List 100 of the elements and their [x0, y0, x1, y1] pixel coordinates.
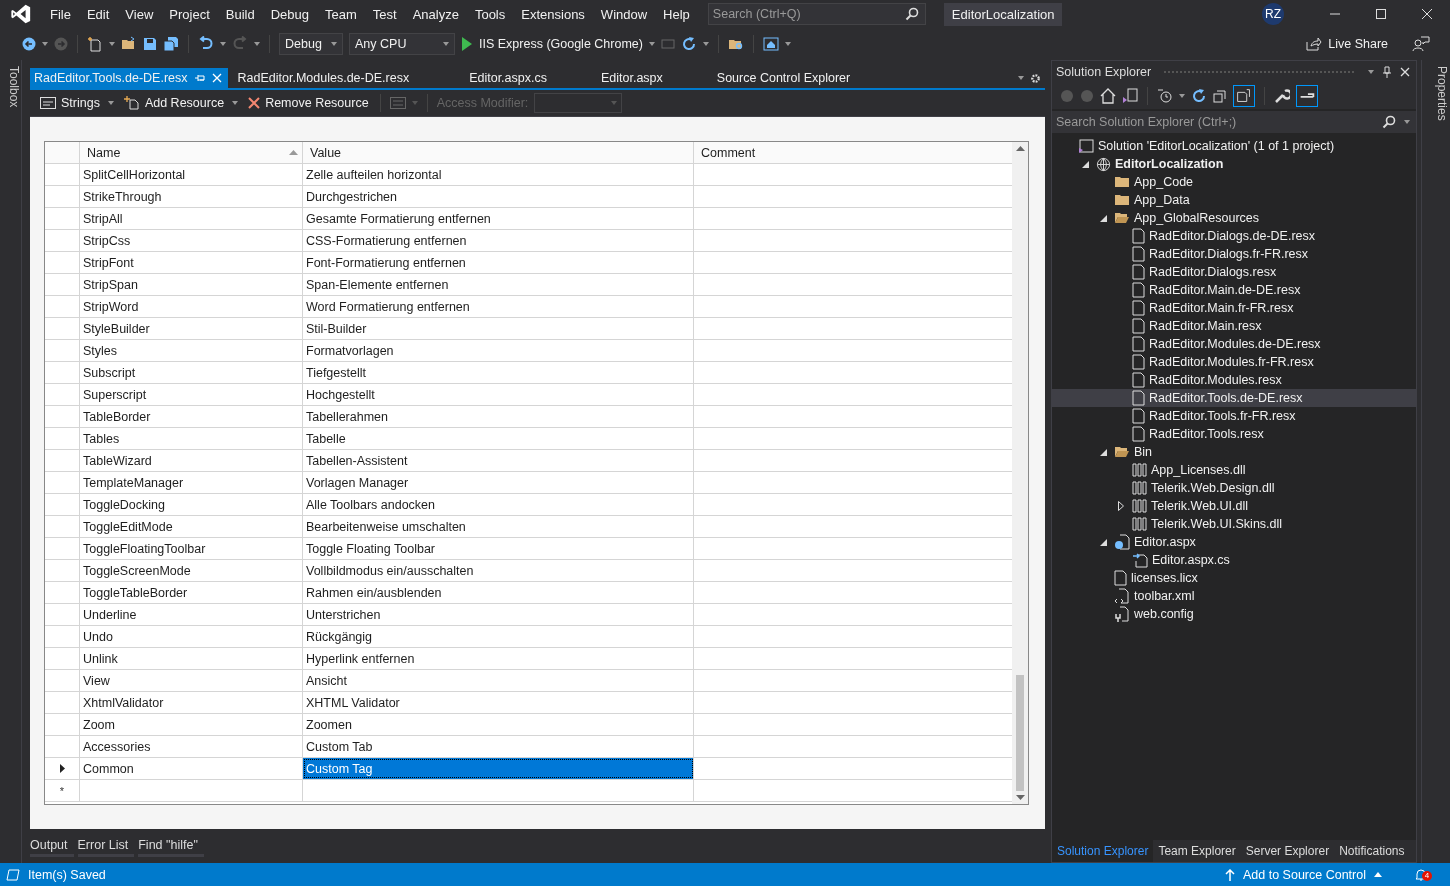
configuration-dropdown[interactable]: Debug: [279, 33, 343, 55]
document-tab[interactable]: Editor.aspx: [597, 68, 667, 88]
search-field[interactable]: Search (Ctrl+Q): [707, 3, 926, 25]
table-cell[interactable]: Tiefgestellt: [303, 362, 694, 383]
tree-item[interactable]: web.config: [1052, 605, 1416, 623]
expanded-arrow-icon[interactable]: [1099, 538, 1107, 546]
tree-item[interactable]: RadEditor.Modules.de-DE.resx: [1052, 335, 1416, 353]
table-cell[interactable]: Toggle Floating Toolbar: [303, 538, 694, 559]
table-cell[interactable]: Bearbeitenweise umschalten: [303, 516, 694, 537]
properties-tab[interactable]: Properties: [1421, 60, 1449, 863]
tree-item[interactable]: RadEditor.Main.resx: [1052, 317, 1416, 335]
menu-item[interactable]: Window: [592, 0, 656, 28]
table-cell[interactable]: Accessories: [80, 736, 303, 757]
table-cell[interactable]: SplitCellHorizontal: [80, 164, 303, 185]
table-cell[interactable]: Rahmen ein/ausblenden: [303, 582, 694, 603]
column-header[interactable]: Value: [303, 142, 694, 163]
table-cell[interactable]: Vorlagen Manager: [303, 472, 694, 493]
save-all-icon[interactable]: [163, 36, 179, 52]
tree-item[interactable]: RadEditor.Dialogs.fr-FR.resx: [1052, 245, 1416, 263]
menu-item[interactable]: Tools: [466, 0, 514, 28]
close-icon[interactable]: [1400, 67, 1410, 77]
screenshot-icon[interactable]: [762, 36, 779, 52]
table-cell[interactable]: Hochgestellt: [303, 384, 694, 405]
panel-tab[interactable]: Server Explorer: [1240, 840, 1335, 862]
table-cell[interactable]: ToggleTableBorder: [80, 582, 303, 603]
feedback-icon[interactable]: [1412, 36, 1430, 52]
menu-item[interactable]: Debug: [262, 0, 317, 28]
menu-item[interactable]: Extensions: [513, 0, 593, 28]
table-cell[interactable]: Underline: [80, 604, 303, 625]
table-cell[interactable]: Alle Toolbars andocken: [303, 494, 694, 515]
settings-icon[interactable]: [1030, 72, 1041, 84]
table-cell[interactable]: StripCss: [80, 230, 303, 251]
document-tab[interactable]: RadEditor.Modules.de-DE.resx: [233, 68, 414, 88]
scroll-down-icon[interactable]: [1015, 795, 1025, 800]
tree-item[interactable]: RadEditor.Tools.resx: [1052, 425, 1416, 443]
table-cell[interactable]: Tables: [80, 428, 303, 449]
expanded-arrow-icon[interactable]: [1099, 214, 1107, 222]
table-cell[interactable]: StripFont: [80, 252, 303, 273]
menu-item[interactable]: Project: [161, 0, 218, 28]
scroll-up-icon[interactable]: [1015, 146, 1025, 151]
search-field[interactable]: Search Solution Explorer (Ctrl+;): [1052, 111, 1416, 133]
scroll-thumb[interactable]: [1016, 675, 1024, 791]
document-tab[interactable]: Editor.aspx.cs: [465, 68, 551, 88]
panel-tab[interactable]: Error List: [77, 835, 135, 857]
pin-icon[interactable]: [1382, 66, 1392, 78]
tree-item[interactable]: Telerik.Web.UI.Skins.dll: [1052, 515, 1416, 533]
tree-item[interactable]: RadEditor.Dialogs.resx: [1052, 263, 1416, 281]
menu-item[interactable]: Build: [217, 0, 263, 28]
undo-icon[interactable]: [198, 36, 214, 52]
platform-dropdown[interactable]: Any CPU: [349, 33, 455, 55]
refresh-icon[interactable]: [680, 36, 697, 52]
view-icon[interactable]: [389, 97, 406, 109]
refresh-icon[interactable]: [1191, 88, 1207, 104]
panel-tab[interactable]: Output: [30, 835, 74, 857]
strings-button[interactable]: Strings: [38, 92, 116, 114]
document-tab[interactable]: Source Control Explorer: [712, 68, 855, 88]
table-cell[interactable]: Superscript: [80, 384, 303, 405]
table-cell[interactable]: Formatvorlagen: [303, 340, 694, 361]
tree-item[interactable]: RadEditor.Modules.fr-FR.resx: [1052, 353, 1416, 371]
tree-item[interactable]: Editor.aspx.cs: [1052, 551, 1416, 569]
tree-item[interactable]: App_Licenses.dll: [1052, 461, 1416, 479]
table-cell[interactable]: Zoomen: [303, 714, 694, 735]
table-cell[interactable]: Vollbildmodus ein/ausschalten: [303, 560, 694, 581]
table-cell[interactable]: Hyperlink entfernen: [303, 648, 694, 669]
table-cell[interactable]: Zelle aufteilen horizontal: [303, 164, 694, 185]
new-project-icon[interactable]: [87, 36, 103, 52]
menu-item[interactable]: File: [42, 0, 79, 28]
table-cell[interactable]: Undo: [80, 626, 303, 647]
table-cell[interactable]: ToggleDocking: [80, 494, 303, 515]
folder-icon[interactable]: [121, 36, 137, 52]
table-cell[interactable]: Tabellerahmen: [303, 406, 694, 427]
tree-item[interactable]: RadEditor.Modules.resx: [1052, 371, 1416, 389]
table-cell[interactable]: Unterstrichen: [303, 604, 694, 625]
table-cell[interactable]: TableWizard: [80, 450, 303, 471]
panel-tab[interactable]: Solution Explorer: [1052, 840, 1154, 862]
table-cell[interactable]: StripWord: [80, 296, 303, 317]
home-icon[interactable]: [1100, 88, 1116, 104]
tree-item[interactable]: App_Data: [1052, 191, 1416, 209]
column-header[interactable]: Name: [80, 142, 303, 163]
menu-item[interactable]: Team: [317, 0, 365, 28]
source-control-button[interactable]: Add to Source Control: [1225, 867, 1382, 882]
table-cell[interactable]: Gesamte Formatierung entfernen: [303, 208, 694, 229]
menu-item[interactable]: Help: [655, 0, 698, 28]
table-cell[interactable]: Tabelle: [303, 428, 694, 449]
tree-item[interactable]: Telerik.Web.Design.dll: [1052, 479, 1416, 497]
caret-icon[interactable]: [784, 42, 791, 46]
user-avatar[interactable]: RZ: [1262, 3, 1284, 25]
add-resource-button[interactable]: Add Resource: [121, 92, 241, 114]
solution-view-icon[interactable]: [1122, 88, 1138, 104]
wrench-icon[interactable]: [1274, 88, 1290, 104]
caret-icon[interactable]: [254, 42, 260, 46]
show-files-icon[interactable]: [1233, 85, 1255, 107]
maximize-icon[interactable]: [1375, 8, 1387, 20]
menu-item[interactable]: Analyze: [404, 0, 467, 28]
table-cell[interactable]: Custom Tab: [303, 736, 694, 757]
caret-icon[interactable]: [702, 42, 709, 46]
tree-item[interactable]: licenses.licx: [1052, 569, 1416, 587]
history-icon[interactable]: [1157, 88, 1173, 104]
tree-item[interactable]: RadEditor.Tools.fr-FR.resx: [1052, 407, 1416, 425]
table-cell[interactable]: Ansicht: [303, 670, 694, 691]
